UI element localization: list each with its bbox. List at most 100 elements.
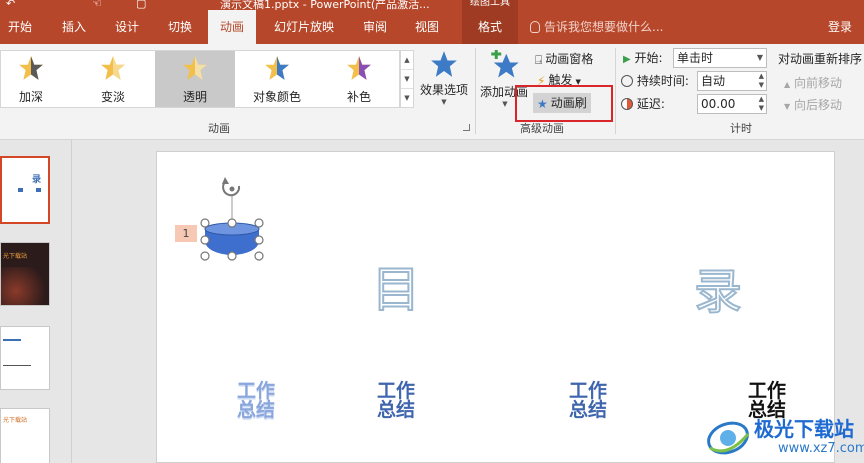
thumb-text: 录 (32, 175, 42, 185)
start-dropdown[interactable]: 单击时 ▼ (673, 48, 767, 68)
ribbon-tab-bar: 开始 插入 设计 切换 动画 幻灯片放映 审阅 视图 格式 告诉我您想要做什么.… (0, 10, 864, 44)
duration-input[interactable]: 自动 ▲ ▼ (697, 71, 767, 91)
star-complementary-icon (347, 56, 371, 80)
reorder-title: 对动画重新排序 (778, 52, 863, 66)
animation-pane-icon: ⍈ (535, 52, 543, 67)
anim-object-color[interactable]: 对象颜色 (237, 51, 317, 107)
arrow-up-icon: ▲ (784, 80, 791, 89)
clock-icon (621, 75, 633, 87)
tab-home[interactable]: 开始 (0, 10, 40, 44)
duration-label: 持续时间: (636, 74, 689, 88)
chevron-down-icon: ▼ (441, 98, 447, 106)
animation-pane-label: 动画窗格 (545, 52, 594, 66)
item-work-summary-3[interactable]: 工作 总结 (565, 382, 611, 420)
tab-transitions[interactable]: 切换 (158, 10, 202, 44)
anim-transparent-label: 透明 (182, 90, 207, 104)
title-char-mu[interactable]: 目 (371, 250, 421, 320)
tab-slideshow[interactable]: 幻灯片放映 (264, 10, 344, 44)
star-object-color-icon (265, 56, 289, 80)
star-lighten-icon (101, 56, 125, 80)
spinner-icon[interactable]: ▲ ▼ (759, 72, 764, 90)
thumb-mark (3, 339, 21, 341)
ribbon: 加深 变淡 透明 对象颜色 补色 ▲ ▼ ▼ 效果选项 ▼ 动画 添加动画 ▼ (0, 44, 864, 140)
animation-gallery: 加深 变淡 透明 对象颜色 补色 (0, 50, 400, 108)
item-work-summary-1[interactable]: 工作 总结 (233, 382, 279, 420)
lightbulb-icon (530, 21, 540, 33)
animation-pane-button[interactable]: ⍈ 动画窗格 (535, 49, 593, 69)
anim-complementary-label: 补色 (346, 90, 371, 104)
tab-view[interactable]: 视图 (404, 10, 450, 44)
gallery-scrollbar[interactable]: ▲ ▼ ▼ (400, 50, 414, 108)
anim-transparent[interactable]: 透明 (155, 51, 235, 107)
item-line2: 总结 (376, 399, 415, 421)
thumb-mark (3, 365, 31, 366)
star-darken-icon (19, 56, 43, 80)
watermark-title: 极光下载站 (754, 417, 854, 441)
move-earlier-button[interactable]: ▲ 向前移动 (784, 74, 842, 91)
delay-value: 00.00 (701, 97, 736, 111)
title-char-lu[interactable]: 录 (693, 252, 743, 322)
play-icon: ▶ (623, 54, 631, 65)
sign-in-link[interactable]: 登录 (828, 10, 852, 44)
tab-review[interactable]: 审阅 (352, 10, 398, 44)
move-earlier-label: 向前移动 (793, 76, 842, 90)
annotation-highlight-box (515, 85, 613, 122)
effect-options-label: 效果选项 (419, 83, 468, 97)
group-separator (475, 48, 476, 134)
preview-icon[interactable]: ▢ (136, 0, 146, 10)
slide-thumb-3[interactable] (0, 326, 50, 390)
delay-input[interactable]: 00.00 ▲ ▼ (697, 94, 767, 114)
start-label: 开始: (634, 51, 663, 65)
gallery-up-icon[interactable]: ▲ (401, 51, 413, 70)
gallery-more-icon[interactable]: ▼ (401, 89, 413, 108)
rotate-handle-icon[interactable] (222, 177, 241, 197)
item-work-summary-2[interactable]: 工作 总结 (373, 382, 419, 420)
anim-darken-label: 加深 (18, 90, 43, 104)
anim-darken[interactable]: 加深 (0, 51, 71, 107)
duration-row: 持续时间: (621, 71, 689, 91)
tell-me-box[interactable]: 告诉我您想要做什么... (530, 10, 663, 44)
item-line2: 总结 (236, 399, 275, 421)
start-value: 单击时 (677, 51, 714, 65)
tab-animations[interactable]: 动画 (208, 10, 256, 44)
thumb-mark (36, 188, 41, 192)
duration-value: 自动 (701, 74, 726, 88)
watermark-url: www.xz7.com (778, 441, 864, 456)
slide-thumb-2[interactable]: 光下载站 (0, 242, 50, 306)
thumb-mark (18, 188, 23, 192)
anim-lighten-label: 变淡 (100, 90, 125, 104)
add-animation-icon (491, 49, 519, 78)
group-label-animation: 动画 (208, 122, 230, 135)
undo-icon[interactable]: ↶ (6, 0, 15, 10)
dialog-launcher-icon[interactable] (463, 124, 470, 131)
spinner-icon[interactable]: ▲ ▼ (759, 95, 764, 113)
touch-mode-icon[interactable]: ☜ (92, 0, 102, 10)
arrow-down-icon: ▼ (784, 102, 791, 111)
start-row: ▶ 开始: (623, 48, 663, 68)
move-later-label: 向后移动 (793, 98, 842, 112)
tab-format[interactable]: 格式 (462, 10, 518, 44)
anim-complementary[interactable]: 补色 (319, 51, 399, 107)
item-line2: 总结 (568, 399, 607, 421)
tab-insert[interactable]: 插入 (52, 10, 96, 44)
thumb-image (1, 267, 49, 305)
slide-thumb-4[interactable]: 光下载站 (0, 408, 50, 463)
tab-design[interactable]: 设计 (106, 10, 148, 44)
gallery-down-icon[interactable]: ▼ (401, 70, 413, 89)
title-bar: ↶ ☜ ▢ 演示文稿1.pptx - PowerPoint(产品激活... 绘图… (0, 0, 864, 10)
thumb-text: 光下载站 (3, 417, 28, 424)
group-separator (615, 48, 616, 134)
delay-icon (621, 98, 633, 110)
window-title: 演示文稿1.pptx - PowerPoint(产品激活... (220, 0, 430, 10)
slide-thumb-1[interactable]: 录 (0, 156, 50, 224)
anim-lighten[interactable]: 变淡 (73, 51, 153, 107)
effect-star-icon (431, 51, 457, 77)
slide-thumbnail-pane: 录 光下载站 光下载站 (0, 140, 72, 463)
animation-number-tag[interactable]: 1 (175, 225, 197, 242)
effect-options-button[interactable]: 效果选项 ▼ (418, 50, 470, 106)
anim-object-color-label: 对象颜色 (252, 90, 301, 104)
move-later-button[interactable]: ▼ 向后移动 (784, 96, 842, 113)
group-label-advanced-animation: 高级动画 (520, 122, 564, 135)
context-tab-header: 绘图工具 (462, 0, 518, 10)
selected-shape[interactable] (196, 176, 268, 266)
